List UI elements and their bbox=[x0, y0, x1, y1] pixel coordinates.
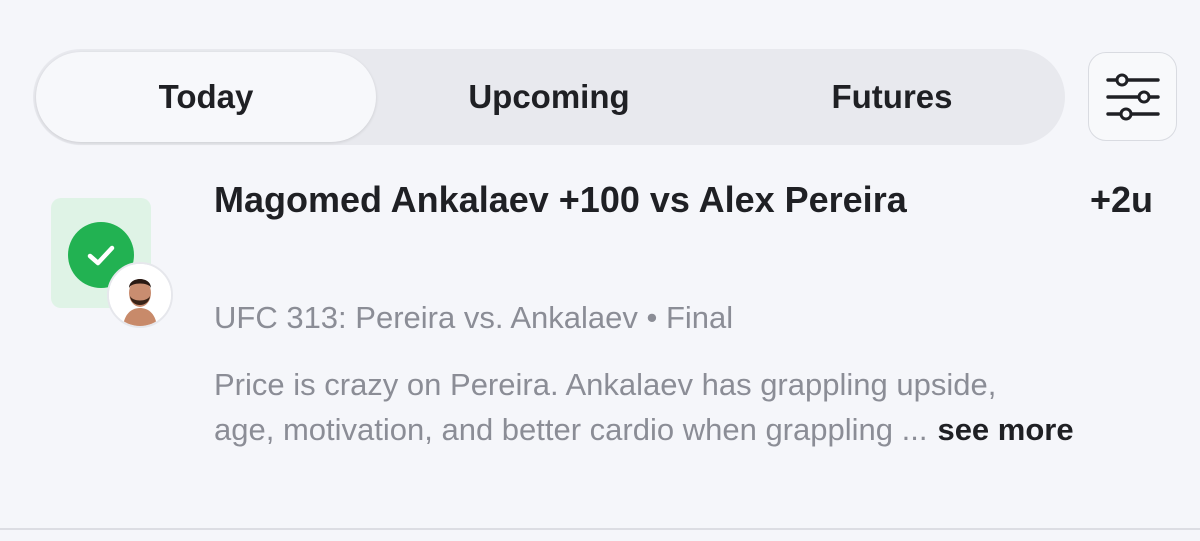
note-line-2-row: age, motivation, and better cardio when … bbox=[214, 407, 1154, 452]
tab-upcoming[interactable]: Upcoming bbox=[379, 49, 719, 145]
note-line-1: Price is crazy on Pereira. Ankalaev has … bbox=[214, 367, 997, 402]
fighter-avatar bbox=[107, 262, 173, 328]
pick-title: Magomed Ankalaev +100 vs Alex Pereira bbox=[214, 179, 907, 220]
tab-futures[interactable]: Futures bbox=[719, 49, 1065, 145]
event-status: Final bbox=[665, 300, 734, 335]
event-name: UFC 313: Pereira vs. Ankalaev bbox=[214, 300, 638, 335]
see-more-link[interactable]: see more bbox=[937, 407, 1073, 452]
separator-dot: • bbox=[646, 300, 658, 335]
event-line: UFC 313: Pereira vs. Ankalaev • Final bbox=[214, 296, 733, 340]
check-icon bbox=[87, 245, 115, 266]
note-line-2: age, motivation, and better cardio when … bbox=[214, 412, 928, 447]
tab-today[interactable]: Today bbox=[33, 49, 379, 145]
pick-note: Price is crazy on Pereira. Ankalaev has … bbox=[214, 362, 1154, 452]
filter-button[interactable] bbox=[1088, 52, 1177, 141]
units-result: +2u bbox=[1089, 179, 1153, 220]
tab-segmented-control: Today Upcoming Futures bbox=[33, 49, 1065, 145]
row-divider bbox=[0, 528, 1200, 530]
sliders-icon bbox=[1105, 73, 1160, 120]
app-screen: Today Upcoming Futures Magomed Ankalaev … bbox=[0, 0, 1200, 541]
